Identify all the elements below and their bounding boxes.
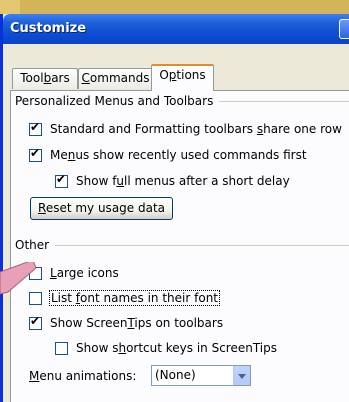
tab-options[interactable]: Options bbox=[151, 64, 214, 91]
checkbox-share-one-row[interactable]: ✔ bbox=[29, 119, 42, 136]
tab-commands-label: Commands bbox=[81, 71, 150, 85]
option-shortcut-keys[interactable]: Show shortcut keys in ScreenTips bbox=[55, 340, 277, 356]
label-shortcut-keys: Show shortcut keys in ScreenTips bbox=[76, 341, 278, 355]
reset-usage-button[interactable]: Reset my usage data bbox=[30, 197, 174, 220]
group-other-label: Other bbox=[15, 238, 56, 252]
option-full-menus[interactable]: ✔ Show full menus after a short delay bbox=[55, 171, 290, 189]
checkmark-icon: ✔ bbox=[56, 171, 67, 186]
tab-commands[interactable]: Commands bbox=[78, 68, 153, 89]
checkmark-icon: ✔ bbox=[30, 119, 41, 134]
label-screentips: Show ScreenTips on toolbars bbox=[50, 316, 224, 330]
options-panel: Personalized Menus and Toolbars ✔ Standa… bbox=[10, 90, 349, 402]
customize-dialog: Customize Toolbars Commands Options Pers… bbox=[0, 14, 349, 402]
title-bar-button[interactable] bbox=[339, 19, 349, 39]
tab-options-label: Options bbox=[159, 68, 206, 82]
group-personalized-label: Personalized Menus and Toolbars bbox=[15, 94, 220, 108]
option-share-one-row[interactable]: ✔ Standard and Formatting toolbars share… bbox=[29, 119, 342, 137]
label-full-menus: Show full menus after a short delay bbox=[76, 174, 290, 188]
option-large-icons[interactable]: Large icons bbox=[29, 265, 119, 281]
menu-animations-text: Menu animations: bbox=[29, 369, 137, 383]
label-font-names: List font names in their font bbox=[48, 290, 221, 306]
tab-toolbars[interactable]: Toolbars bbox=[12, 68, 78, 89]
menu-animations-label: Menu animations: bbox=[29, 368, 136, 384]
checkbox-menus-recent[interactable]: ✔ bbox=[29, 145, 42, 162]
callout-arrow-icon bbox=[0, 262, 37, 295]
checkmark-icon: ✔ bbox=[30, 145, 41, 160]
checkmark-icon: ✔ bbox=[30, 313, 41, 328]
option-menus-recent[interactable]: ✔ Menus show recently used commands firs… bbox=[29, 145, 307, 163]
reset-usage-label: Reset my usage data bbox=[38, 201, 166, 215]
chevron-down-icon[interactable] bbox=[233, 366, 250, 385]
group-divider bbox=[55, 245, 349, 246]
tab-toolbars-label: Toolbars bbox=[20, 71, 70, 85]
checkbox-screentips[interactable]: ✔ bbox=[29, 313, 42, 330]
label-menus-recent: Menus show recently used commands first bbox=[50, 148, 307, 162]
label-share-one-row: Standard and Formatting toolbars share o… bbox=[50, 122, 342, 136]
tab-strip: Toolbars Commands Options bbox=[12, 64, 349, 91]
option-screentips[interactable]: ✔ Show ScreenTips on toolbars bbox=[29, 313, 224, 331]
label-large-icons: Large icons bbox=[50, 266, 119, 280]
checkbox-full-menus[interactable]: ✔ bbox=[55, 171, 68, 188]
menu-animations-select[interactable]: (None) bbox=[151, 365, 251, 386]
option-font-names[interactable]: List font names in their font bbox=[29, 290, 221, 306]
dialog-title: Customize bbox=[10, 21, 87, 36]
title-bar[interactable]: Customize bbox=[3, 14, 349, 44]
checkbox-shortcut-keys[interactable] bbox=[55, 341, 68, 355]
group-divider bbox=[219, 101, 349, 102]
dialog-client: Toolbars Commands Options Personalized M… bbox=[3, 44, 349, 402]
menu-animations-value: (None) bbox=[155, 368, 196, 382]
